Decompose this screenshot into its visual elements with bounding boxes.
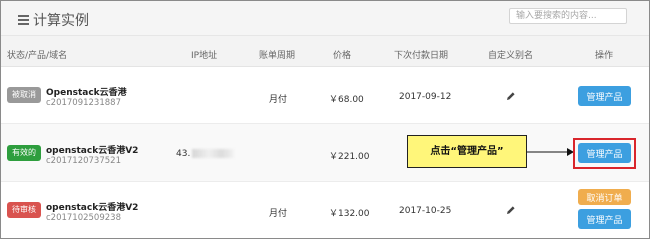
product-name[interactable]: openstack云香港V2 [46,200,138,213]
ip-redacted-blur [192,149,235,158]
column-header-next-due: 下次付款日期 [394,51,449,61]
status-badge: 被取消 [7,87,41,103]
price: ￥132.00 [329,209,370,219]
pencil-edit-icon[interactable] [506,205,516,215]
product-list-panel: 计算实例 状态/产品/域名 IP地址 账单周期 价格 下次付款日期 自定义别名 … [0,0,650,239]
column-header-price: 价格 [333,51,352,61]
column-header-ip: IP地址 [191,51,218,61]
arrow-right-icon [527,148,574,156]
table-row: 待审核 openstack云香港V2 c2017102509238 月付 ￥13… [1,182,649,238]
page-title-text: 计算实例 [33,13,89,29]
highlight-box [573,138,636,169]
table-row: 被取消 Openstack云香港 c2017091231887 月付 ￥68.0… [1,67,649,124]
cancel-order-button[interactable]: 取消订单 [578,189,631,205]
ip-address-text: 43. [176,149,191,159]
column-header-product: 状态/产品/域名 [7,51,68,61]
product-name[interactable]: openstack云香港V2 [46,143,138,156]
billing-cycle: 月付 [269,95,288,105]
page-title: 计算实例 [18,10,89,30]
price: ￥68.00 [329,95,364,105]
table-header: 状态/产品/域名 IP地址 账单周期 价格 下次付款日期 自定义别名 操作 [1,36,649,67]
next-due-date: 2017-09-12 [399,92,452,102]
manage-product-button[interactable]: 管理产品 [578,209,631,229]
product-code: c2017102509238 [46,213,121,223]
manage-product-button[interactable]: 管理产品 [578,86,631,106]
billing-cycle: 月付 [269,209,288,219]
next-due-date: 2017-10-25 [399,206,452,216]
column-header-actions: 操作 [595,51,614,61]
status-badge: 待审核 [7,202,41,218]
panel-header: 计算实例 [1,1,649,36]
status-badge: 有效的 [7,145,41,161]
ip-address: 43. [176,149,235,159]
pencil-edit-icon[interactable] [506,91,516,101]
price: ￥221.00 [329,152,370,162]
column-header-alias: 自定义别名 [488,51,534,61]
product-code: c2017120737521 [46,156,121,166]
product-code: c2017091231887 [46,98,121,108]
list-icon [18,15,29,25]
product-name[interactable]: Openstack云香港 [46,85,127,98]
search-input[interactable] [509,8,627,24]
instruction-callout: 点击“管理产品” [407,135,527,168]
column-header-cycle: 账单周期 [259,51,296,61]
